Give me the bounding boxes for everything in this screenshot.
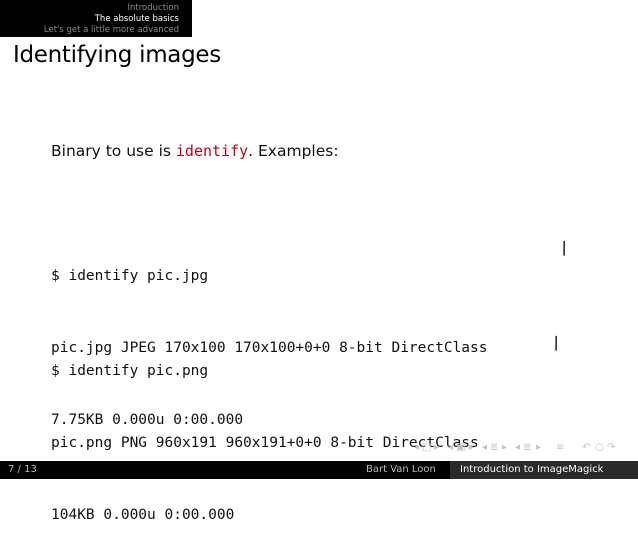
footer-title-box: Introduction to ImageMagick	[450, 461, 638, 479]
example-png-command: $ identify pic.png	[51, 363, 209, 379]
frame-next-icon[interactable]: ▸	[434, 441, 439, 455]
example-png-output-2: 104KB 0.000u 0:00.000	[51, 507, 235, 523]
line-continuation-mark: \	[549, 333, 563, 354]
document-icon[interactable]: ≣	[523, 441, 531, 455]
line-continuation-mark: \	[557, 238, 571, 259]
beamer-navigation-symbols: ◂ □ ▸ ◂ ▣ ▸ ◂ ≣ ▸ ◂ ≣ ▸ ≡ ↶ ○ ↷	[414, 441, 624, 455]
page-number: 7 / 13	[8, 464, 37, 475]
back-icon[interactable]: ↶	[582, 441, 590, 455]
intro-command: identify	[175, 142, 249, 160]
footer-author: Bart Van Loon	[366, 464, 436, 475]
nav-section-introduction[interactable]: Introduction	[128, 3, 179, 13]
doc-next-icon[interactable]: ▸	[536, 441, 541, 455]
section-next-icon[interactable]: ▸	[502, 441, 507, 455]
example-png: $ identify pic.png pic.png PNG 960x191 9…	[51, 311, 479, 551]
frame-icon[interactable]: □	[422, 441, 431, 455]
search-icon[interactable]: ○	[595, 441, 604, 455]
slide-title: Identifying images	[13, 42, 221, 68]
footer-talk-title: Introduction to ImageMagick	[460, 464, 604, 475]
subsection-next-icon[interactable]: ▸	[469, 441, 474, 455]
subsection-prev-icon[interactable]: ◂	[448, 441, 453, 455]
frame-prev-icon[interactable]: ◂	[414, 441, 419, 455]
example-jpg-command: $ identify pic.jpg	[51, 268, 209, 284]
nav-section-absolute-basics[interactable]: The absolute basics	[95, 14, 179, 24]
section-prev-icon[interactable]: ◂	[482, 441, 487, 455]
doc-prev-icon[interactable]: ◂	[515, 441, 520, 455]
nav-section-advanced[interactable]: Let's get a little more advanced	[44, 25, 179, 35]
intro-before: Binary to use is	[51, 142, 176, 160]
section-icon[interactable]: ≣	[490, 441, 498, 455]
intro-text: Binary to use is identify. Examples:	[51, 142, 339, 160]
frame-title-bar: Identifying images	[0, 37, 638, 75]
footer-bar: 7 / 13 Bart Van Loon Introduction to Ima…	[0, 461, 638, 479]
appendix-icon[interactable]: ≡	[556, 441, 564, 455]
subsection-icon[interactable]: ▣	[456, 441, 465, 455]
section-navigation: Introduction The absolute basics Let's g…	[0, 0, 192, 37]
forward-icon[interactable]: ↷	[607, 441, 615, 455]
intro-after: . Examples:	[248, 142, 339, 160]
